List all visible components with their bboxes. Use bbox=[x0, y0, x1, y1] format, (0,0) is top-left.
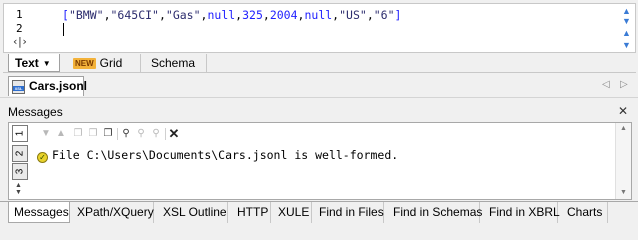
tab-charts[interactable]: Charts bbox=[562, 202, 608, 223]
fold-collapse-icon[interactable]: ‹|› bbox=[12, 35, 28, 48]
scroll-down-icon[interactable]: ▼ bbox=[620, 189, 627, 196]
tab-xsl-outline[interactable]: XSL Outline bbox=[158, 202, 228, 223]
code-token: , bbox=[366, 8, 374, 22]
document-tab-label: Cars.jsonl bbox=[29, 79, 88, 93]
message-page-tabs: 1 2 3 ▲ ▼ bbox=[9, 125, 31, 199]
messages-scrollbar[interactable]: ▲ ▼ bbox=[615, 123, 631, 199]
text-caret bbox=[63, 23, 64, 36]
code-token: null bbox=[207, 8, 236, 22]
tab-find-in-xbrl[interactable]: Find in XBRL bbox=[484, 202, 560, 223]
tab-schema-label: Schema bbox=[151, 56, 196, 70]
code-token: "Gas" bbox=[165, 8, 201, 22]
view-tab-bar: Text ▼ NEW Grid Schema bbox=[3, 53, 636, 73]
messages-panel-title: Messages bbox=[8, 105, 63, 119]
code-line-1[interactable]: ["BMW","645CI","Gas",null,325,2004,null,… bbox=[62, 8, 401, 22]
tab-xule[interactable]: XULE bbox=[273, 202, 312, 223]
close-icon[interactable]: ✕ bbox=[618, 104, 628, 118]
code-token: , bbox=[158, 8, 166, 22]
code-token: , bbox=[103, 8, 111, 22]
code-token: [ bbox=[62, 8, 69, 22]
scroll-up-icon[interactable]: ▲ bbox=[620, 125, 627, 132]
code-token: "6" bbox=[373, 8, 395, 22]
code-token: 325 bbox=[242, 8, 263, 22]
tab-text-view[interactable]: Text ▼ bbox=[8, 54, 60, 72]
document-tab-bar: XSL Cars.jsonl ◁ ▷ bbox=[0, 74, 638, 98]
previous-message-icon[interactable]: ▲ bbox=[54, 127, 68, 141]
tab-scroll-right-icon[interactable]: ▷ bbox=[620, 79, 628, 90]
messages-panel: 1 2 3 ▲ ▼ ▼ ▲ ❐ ❐ ❐ ⚲ ⚲ ⚲ ✕ ✓ File C:\User… bbox=[8, 122, 632, 200]
line-number: 2 bbox=[16, 22, 23, 35]
tab-http[interactable]: HTTP bbox=[232, 202, 271, 223]
tab-grid-view[interactable]: NEW Grid bbox=[67, 54, 141, 72]
tab-find-in-schemas[interactable]: Find in Schemas bbox=[388, 202, 482, 223]
new-badge: NEW bbox=[73, 58, 96, 69]
code-token: "BMW" bbox=[68, 8, 104, 22]
ok-check-icon: ✓ bbox=[37, 152, 48, 163]
next-message-icon[interactable]: ▼ bbox=[39, 127, 53, 141]
text-editor[interactable]: 1 2 ‹|› ["BMW","645CI","Gas",null,325,20… bbox=[3, 3, 636, 53]
copy-children-icon[interactable]: ❐ bbox=[86, 127, 100, 141]
find-icon[interactable]: ⚲ bbox=[119, 127, 133, 141]
chevron-down-icon[interactable]: ▼ bbox=[43, 59, 51, 68]
collapse-all-icon[interactable]: ▲ ▼ bbox=[621, 6, 632, 26]
code-token: "US" bbox=[339, 8, 367, 22]
clear-icon[interactable]: ✕ bbox=[167, 127, 181, 141]
code-token: null bbox=[304, 8, 333, 22]
message-text: File C:\Users\Documents\Cars.jsonl is we… bbox=[52, 148, 399, 162]
code-token: , bbox=[262, 8, 270, 22]
copy-all-icon[interactable]: ❐ bbox=[101, 127, 115, 141]
message-row[interactable]: ✓ File C:\Users\Documents\Cars.jsonl is w… bbox=[37, 148, 398, 163]
code-token: "645CI" bbox=[110, 8, 159, 22]
line-number: 1 bbox=[16, 8, 23, 21]
tab-schema-view[interactable]: Schema bbox=[141, 54, 207, 72]
line-number-gutter: 1 2 ‹|› bbox=[4, 4, 50, 52]
toolbar-separator bbox=[117, 128, 118, 140]
message-page-tab-3[interactable]: 3 bbox=[12, 163, 28, 180]
document-tab-cars-jsonl[interactable]: XSL Cars.jsonl bbox=[8, 76, 88, 96]
message-page-tab-2[interactable]: 2 bbox=[12, 145, 28, 162]
file-icon: XSL bbox=[12, 80, 25, 94]
toolbar-separator bbox=[165, 128, 166, 140]
find-previous-icon[interactable]: ⚲ bbox=[149, 127, 163, 141]
code-token: 2004 bbox=[269, 8, 298, 22]
find-next-icon[interactable]: ⚲ bbox=[134, 127, 148, 141]
editor-scrollbar[interactable]: ▲ ▼ ▲ ▼ bbox=[618, 4, 635, 52]
file-icon-label: XSL bbox=[13, 86, 24, 91]
tab-scroll-left-icon[interactable]: ◁ bbox=[602, 79, 610, 90]
page-tab-scroll-icon[interactable]: ▲ ▼ bbox=[15, 182, 22, 196]
tab-messages[interactable]: Messages bbox=[8, 202, 70, 223]
scroll-up-icon[interactable]: ▲ bbox=[621, 28, 632, 38]
copy-icon[interactable]: ❐ bbox=[71, 127, 85, 141]
tab-find-in-files[interactable]: Find in Files bbox=[314, 202, 384, 223]
code-token: ] bbox=[394, 8, 402, 22]
tab-xpath-xquery[interactable]: XPath/XQuery bbox=[72, 202, 154, 223]
tab-grid-label: Grid bbox=[99, 56, 123, 70]
message-page-tab-1[interactable]: 1 bbox=[12, 125, 28, 142]
scroll-down-icon[interactable]: ▼ bbox=[621, 40, 632, 50]
output-window-tabs: Messages XPath/XQuery XSL Outline HTTP X… bbox=[0, 201, 638, 225]
tab-text-label: Text bbox=[15, 56, 39, 70]
